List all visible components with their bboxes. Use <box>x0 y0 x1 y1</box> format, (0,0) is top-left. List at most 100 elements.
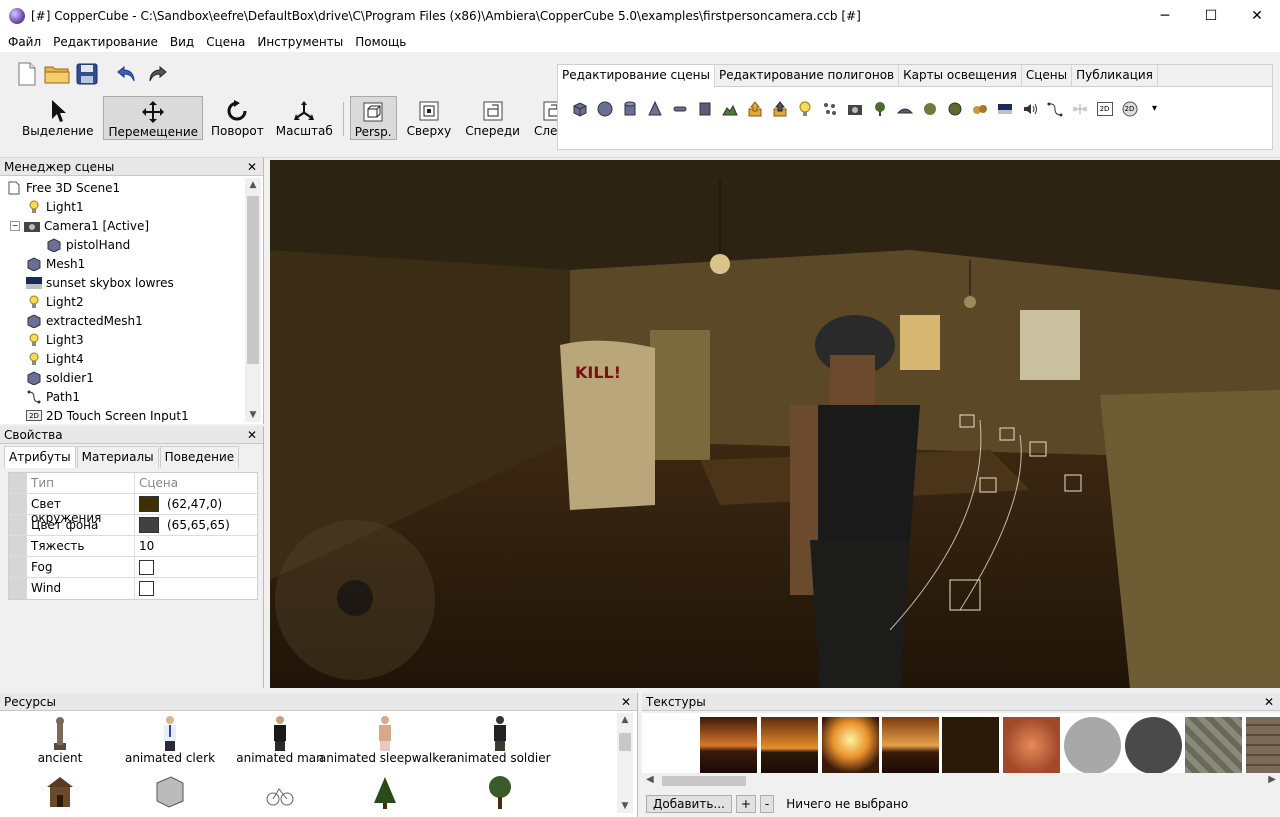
more-dropdown-icon[interactable]: ▾ <box>1145 99 1164 118</box>
skybox-icon[interactable] <box>995 99 1014 118</box>
menu-view[interactable]: Вид <box>164 35 200 49</box>
tree-item-path1[interactable]: Path1 <box>0 387 244 406</box>
select-tool-button[interactable]: Выделение <box>18 96 97 140</box>
tab-scenes[interactable]: Сцены <box>1022 65 1073 86</box>
texture-thumbnail[interactable] <box>1246 717 1280 773</box>
resources-scrollbar[interactable]: ▲ ▼ <box>617 713 633 813</box>
resource-item-animated-soldier[interactable]: animated soldier <box>440 713 560 765</box>
cone-icon[interactable] <box>645 99 664 118</box>
textures-close-icon[interactable]: ✕ <box>1264 695 1274 709</box>
resource-item-box[interactable] <box>110 771 230 809</box>
menu-file[interactable]: Файл <box>2 35 47 49</box>
minimize-button[interactable]: ─ <box>1142 0 1188 32</box>
color-swatch[interactable] <box>139 496 159 512</box>
top-view-button[interactable]: Сверху <box>403 96 456 140</box>
tree-item-soldier1[interactable]: soldier1 <box>0 368 244 387</box>
open-folder-icon[interactable] <box>44 60 70 88</box>
sphere-icon[interactable] <box>595 99 614 118</box>
front-view-button[interactable]: Спереди <box>461 96 524 140</box>
resource-item-bike[interactable] <box>220 771 340 809</box>
zoom-out-button[interactable]: - <box>759 795 775 813</box>
redo-icon[interactable] <box>144 60 170 88</box>
sound-icon[interactable] <box>1020 99 1039 118</box>
tree-item-camera1[interactable]: − Camera1 [Active] <box>0 216 244 235</box>
add-texture-button[interactable]: Добавить... <box>646 795 732 813</box>
texture-thumbnail[interactable] <box>1125 717 1182 773</box>
undo-icon[interactable] <box>114 60 140 88</box>
resources-close-icon[interactable]: ✕ <box>621 695 631 709</box>
texture-thumbnail[interactable] <box>1003 717 1060 773</box>
scrollbar-thumb[interactable] <box>619 733 631 751</box>
scale-tool-button[interactable]: Масштаб <box>272 96 337 140</box>
texture-thumbnail[interactable] <box>1064 717 1121 773</box>
zoom-in-button[interactable]: + <box>735 795 756 813</box>
perspective-view-button[interactable]: Persp. <box>349 96 397 140</box>
tab-publishing[interactable]: Публикация <box>1072 65 1158 86</box>
texture-thumbnail[interactable] <box>700 717 757 773</box>
menu-edit[interactable]: Редактирование <box>47 35 164 49</box>
tree-item-scene[interactable]: Free 3D Scene1 <box>0 178 244 197</box>
properties-close-icon[interactable]: ✕ <box>247 428 257 442</box>
tree-item-mesh1[interactable]: Mesh1 <box>0 254 244 273</box>
scroll-up-icon[interactable]: ▲ <box>245 180 261 190</box>
tree-icon[interactable] <box>870 99 889 118</box>
tab-behavior[interactable]: Поведение <box>159 446 240 468</box>
close-button[interactable]: ✕ <box>1234 0 1280 32</box>
camera-icon[interactable] <box>845 99 864 118</box>
cube-icon[interactable] <box>570 99 589 118</box>
tree-item-extractedmesh1[interactable]: extractedMesh1 <box>0 311 244 330</box>
tree-item-pistolhand[interactable]: pistolHand <box>0 235 244 254</box>
tree-collapse-toggle[interactable]: − <box>10 220 20 231</box>
tree-item-light3[interactable]: Light3 <box>0 330 244 349</box>
wind-checkbox[interactable] <box>139 581 154 596</box>
resource-item-hut[interactable] <box>0 771 120 809</box>
texture-thumbnail[interactable] <box>761 717 818 773</box>
property-row-fog[interactable]: Fog <box>9 557 257 578</box>
light-bulb-icon[interactable] <box>795 99 814 118</box>
texture-thumbnail[interactable] <box>1185 717 1242 773</box>
textures-scrollbar[interactable]: ◀ ▶ <box>642 773 1280 789</box>
scrollbar-thumb[interactable] <box>247 196 259 364</box>
2d-button-icon[interactable]: 2D <box>1120 99 1139 118</box>
plane-icon[interactable] <box>670 99 689 118</box>
3d-viewport[interactable]: KILL! <box>270 160 1280 688</box>
scroll-up-icon[interactable]: ▲ <box>617 715 633 725</box>
resource-item-tree1[interactable] <box>325 771 445 809</box>
menu-scene[interactable]: Сцена <box>200 35 251 49</box>
scroll-down-icon[interactable]: ▼ <box>245 410 261 420</box>
import-static-mesh-icon[interactable] <box>770 99 789 118</box>
move-tool-button[interactable]: Перемещение <box>103 96 204 140</box>
tab-attributes[interactable]: Атрибуты <box>4 446 76 468</box>
grass-icon[interactable] <box>920 99 939 118</box>
tree-item-touch-input[interactable]: 2D 2D Touch Screen Input1 <box>0 406 244 422</box>
save-icon[interactable] <box>74 60 100 88</box>
tab-scene-editing[interactable]: Редактирование сцены <box>558 65 716 88</box>
property-row-ambient-light[interactable]: Свет окружения (62,47,0) <box>9 494 257 525</box>
particles-icon[interactable] <box>820 99 839 118</box>
billboard-icon[interactable] <box>695 99 714 118</box>
property-value[interactable]: 10 <box>135 536 257 556</box>
property-row-gravity[interactable]: Тяжесть 10 <box>9 536 257 557</box>
scene-tree-scrollbar[interactable]: ▲ ▼ <box>245 178 261 422</box>
resource-item-animated-clerk[interactable]: animated clerk <box>110 713 230 765</box>
texture-thumbnail[interactable] <box>822 717 879 773</box>
texture-thumbnail[interactable] <box>942 717 999 773</box>
fog-checkbox[interactable] <box>139 559 154 575</box>
2d-overlay-icon[interactable]: 2D <box>1095 99 1114 118</box>
maximize-button[interactable]: ☐ <box>1188 0 1234 32</box>
rotate-tool-button[interactable]: Поворот <box>207 96 268 140</box>
tree-item-light4[interactable]: Light4 <box>0 349 244 368</box>
scroll-left-icon[interactable]: ◀ <box>646 774 654 785</box>
property-row-background-color[interactable]: Цвет фона (65,65,65) <box>9 515 257 536</box>
texture-thumbnail[interactable] <box>882 717 939 773</box>
tab-materials[interactable]: Материалы <box>76 446 159 468</box>
menu-help[interactable]: Помощь <box>349 35 412 49</box>
tree-item-light2[interactable]: Light2 <box>0 292 244 311</box>
cylinder-icon[interactable] <box>620 99 639 118</box>
menu-tools[interactable]: Инструменты <box>251 35 349 49</box>
node-graph-icon[interactable] <box>1070 99 1089 118</box>
resource-item-tree2[interactable] <box>440 771 560 809</box>
tree-item-skybox[interactable]: sunset skybox lowres <box>0 273 244 292</box>
scene-manager-close-icon[interactable]: ✕ <box>247 160 257 174</box>
water-icon[interactable] <box>895 99 914 118</box>
